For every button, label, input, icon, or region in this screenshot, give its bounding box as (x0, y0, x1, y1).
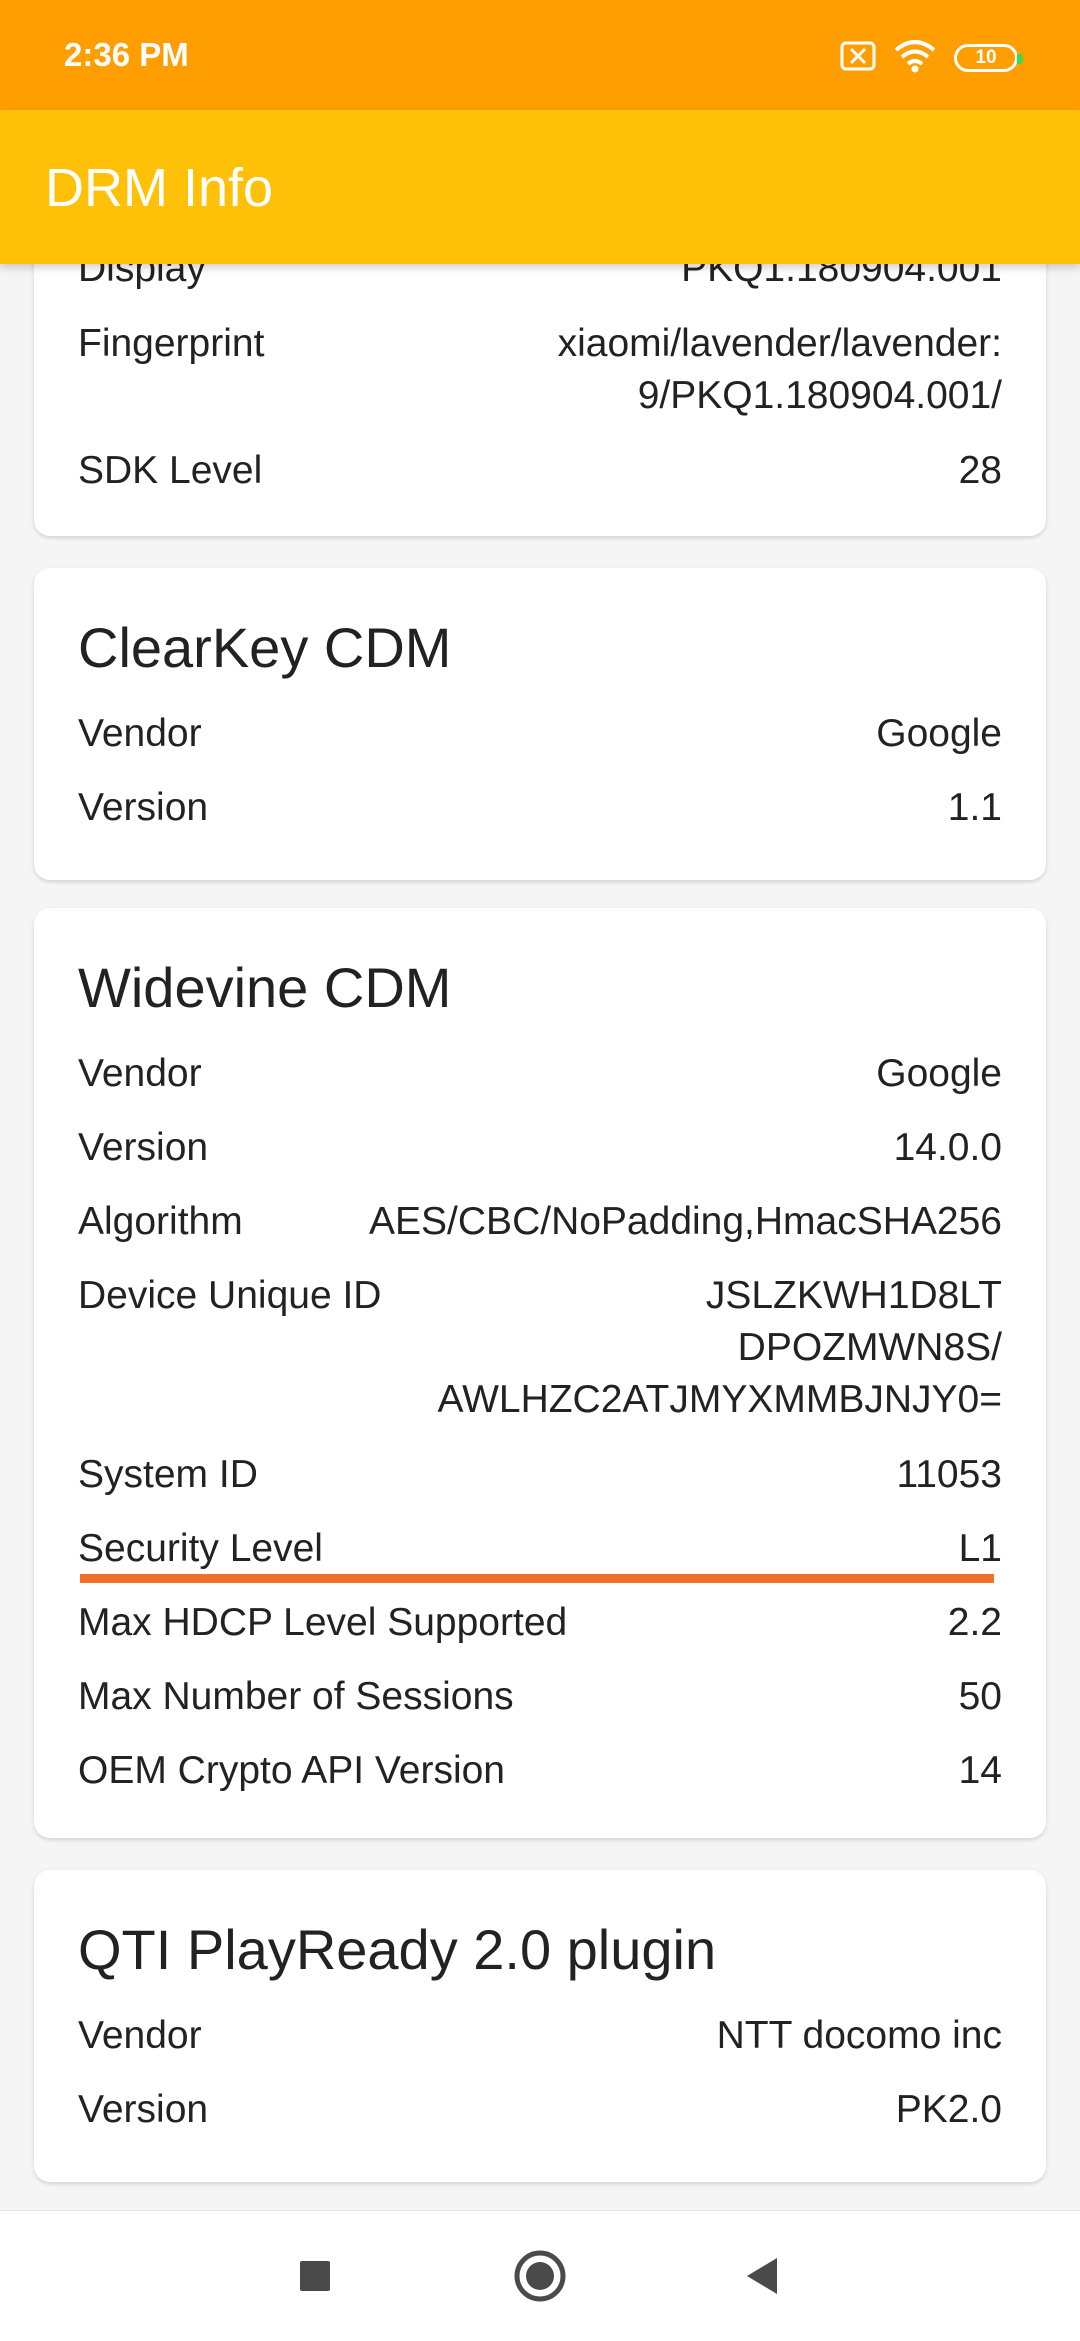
row-value: xiaomi/lavender/lavender: 9/PKQ1.180904.… (557, 322, 1002, 417)
card-title: Widevine CDM (78, 956, 452, 1019)
app-bar: DRM Info (0, 110, 1080, 264)
row-vendor: Vendor Google (78, 1048, 1002, 1100)
row-value: Google (876, 1052, 1002, 1095)
row-label: Version (78, 2088, 209, 2131)
row-value: NTT docomo inc (716, 2014, 1002, 2057)
row-max-sessions: Max Number of Sessions 50 (78, 1671, 1002, 1723)
security-level-underline (80, 1574, 994, 1583)
back-triangle-icon[interactable] (727, 2241, 797, 2311)
card-title: ClearKey CDM (78, 616, 452, 679)
row-sdk-level: SDK Level 28 (78, 445, 1002, 497)
content-scroll[interactable]: Display PKQ1.180904.001 Fingerprint xiao… (0, 264, 1080, 2210)
row-value: 50 (958, 1675, 1002, 1718)
row-label: Device Unique ID (78, 1274, 382, 1317)
battery-level: 10 (975, 47, 997, 68)
row-version: Version 1.1 (78, 782, 1002, 834)
row-value: 1.1 (947, 786, 1002, 829)
home-circle-icon[interactable] (505, 2241, 575, 2311)
row-label: Vendor (78, 1052, 202, 1095)
row-vendor: Vendor NTT docomo inc (78, 2010, 1002, 2062)
row-label: Version (78, 1126, 209, 1169)
status-icons: 10 (840, 39, 1023, 78)
sim-off-icon (840, 41, 876, 76)
recents-square-icon[interactable] (280, 2241, 350, 2311)
row-label: OEM Crypto API Version (78, 1749, 506, 1792)
row-label: System ID (78, 1453, 258, 1496)
system-info-card: Display PKQ1.180904.001 Fingerprint xiao… (34, 264, 1046, 536)
row-oem-crypto: OEM Crypto API Version 14 (78, 1745, 1002, 1797)
row-system-id: System ID 11053 (78, 1449, 1002, 1501)
row-label: Vendor (78, 2014, 202, 2057)
row-value: 14.0.0 (893, 1126, 1002, 1169)
app-title: DRM Info (45, 158, 274, 218)
row-algorithm: Algorithm AES/CBC/NoPadding,HmacSHA256 (78, 1196, 1002, 1248)
row-label: Vendor (78, 712, 202, 755)
playready-card: QTI PlayReady 2.0 plugin Vendor NTT doco… (34, 1870, 1046, 2182)
row-fingerprint: Fingerprint xiaomi/lavender/lavender: 9/… (78, 318, 1002, 422)
row-value: 11053 (896, 1453, 1002, 1496)
row-value: L1 (958, 1527, 1002, 1570)
row-value: 2.2 (947, 1601, 1002, 1644)
battery-icon: 10 (954, 44, 1023, 72)
row-label: Max Number of Sessions (78, 1675, 514, 1718)
wifi-icon (894, 39, 936, 78)
row-value: PK2.0 (895, 2088, 1002, 2131)
status-time: 2:36 PM (64, 36, 189, 73)
row-value: 28 (958, 449, 1002, 492)
row-label: SDK Level (78, 449, 263, 492)
row-label: Max HDCP Level Supported (78, 1601, 568, 1644)
row-label: Display (78, 264, 206, 290)
status-bar: 2:36 PM 10 (0, 0, 1080, 110)
row-security-level: Security Level L1 (78, 1523, 1002, 1575)
card-title: QTI PlayReady 2.0 plugin (78, 1918, 717, 1981)
clearkey-card: ClearKey CDM Vendor Google Version 1.1 (34, 568, 1046, 880)
row-label: Algorithm (78, 1200, 243, 1243)
row-value: JSLZKWH1D8LT DPOZMWN8S/ AWLHZC2ATJMYXMMB… (437, 1274, 1003, 1421)
widevine-card: Widevine CDM Vendor Google Version 14.0.… (34, 908, 1046, 1838)
row-device-unique-id: Device Unique ID JSLZKWH1D8LT DPOZMWN8S/… (78, 1270, 1002, 1426)
row-max-hdcp: Max HDCP Level Supported 2.2 (78, 1597, 1002, 1649)
row-label: Security Level (78, 1527, 323, 1570)
row-value: Google (876, 712, 1002, 755)
row-version: Version 14.0.0 (78, 1122, 1002, 1174)
row-version: Version PK2.0 (78, 2084, 1002, 2136)
battery-tip (1017, 54, 1023, 64)
row-value: PKQ1.180904.001 (681, 264, 1002, 290)
row-label: Fingerprint (78, 322, 265, 365)
row-value: 14 (958, 1749, 1002, 1792)
row-label: Version (78, 786, 209, 829)
row-display: Display PKQ1.180904.001 (78, 264, 1002, 295)
row-vendor: Vendor Google (78, 708, 1002, 760)
row-value: AES/CBC/NoPadding,HmacSHA256 (369, 1200, 1002, 1243)
navigation-bar (0, 2210, 1080, 2341)
